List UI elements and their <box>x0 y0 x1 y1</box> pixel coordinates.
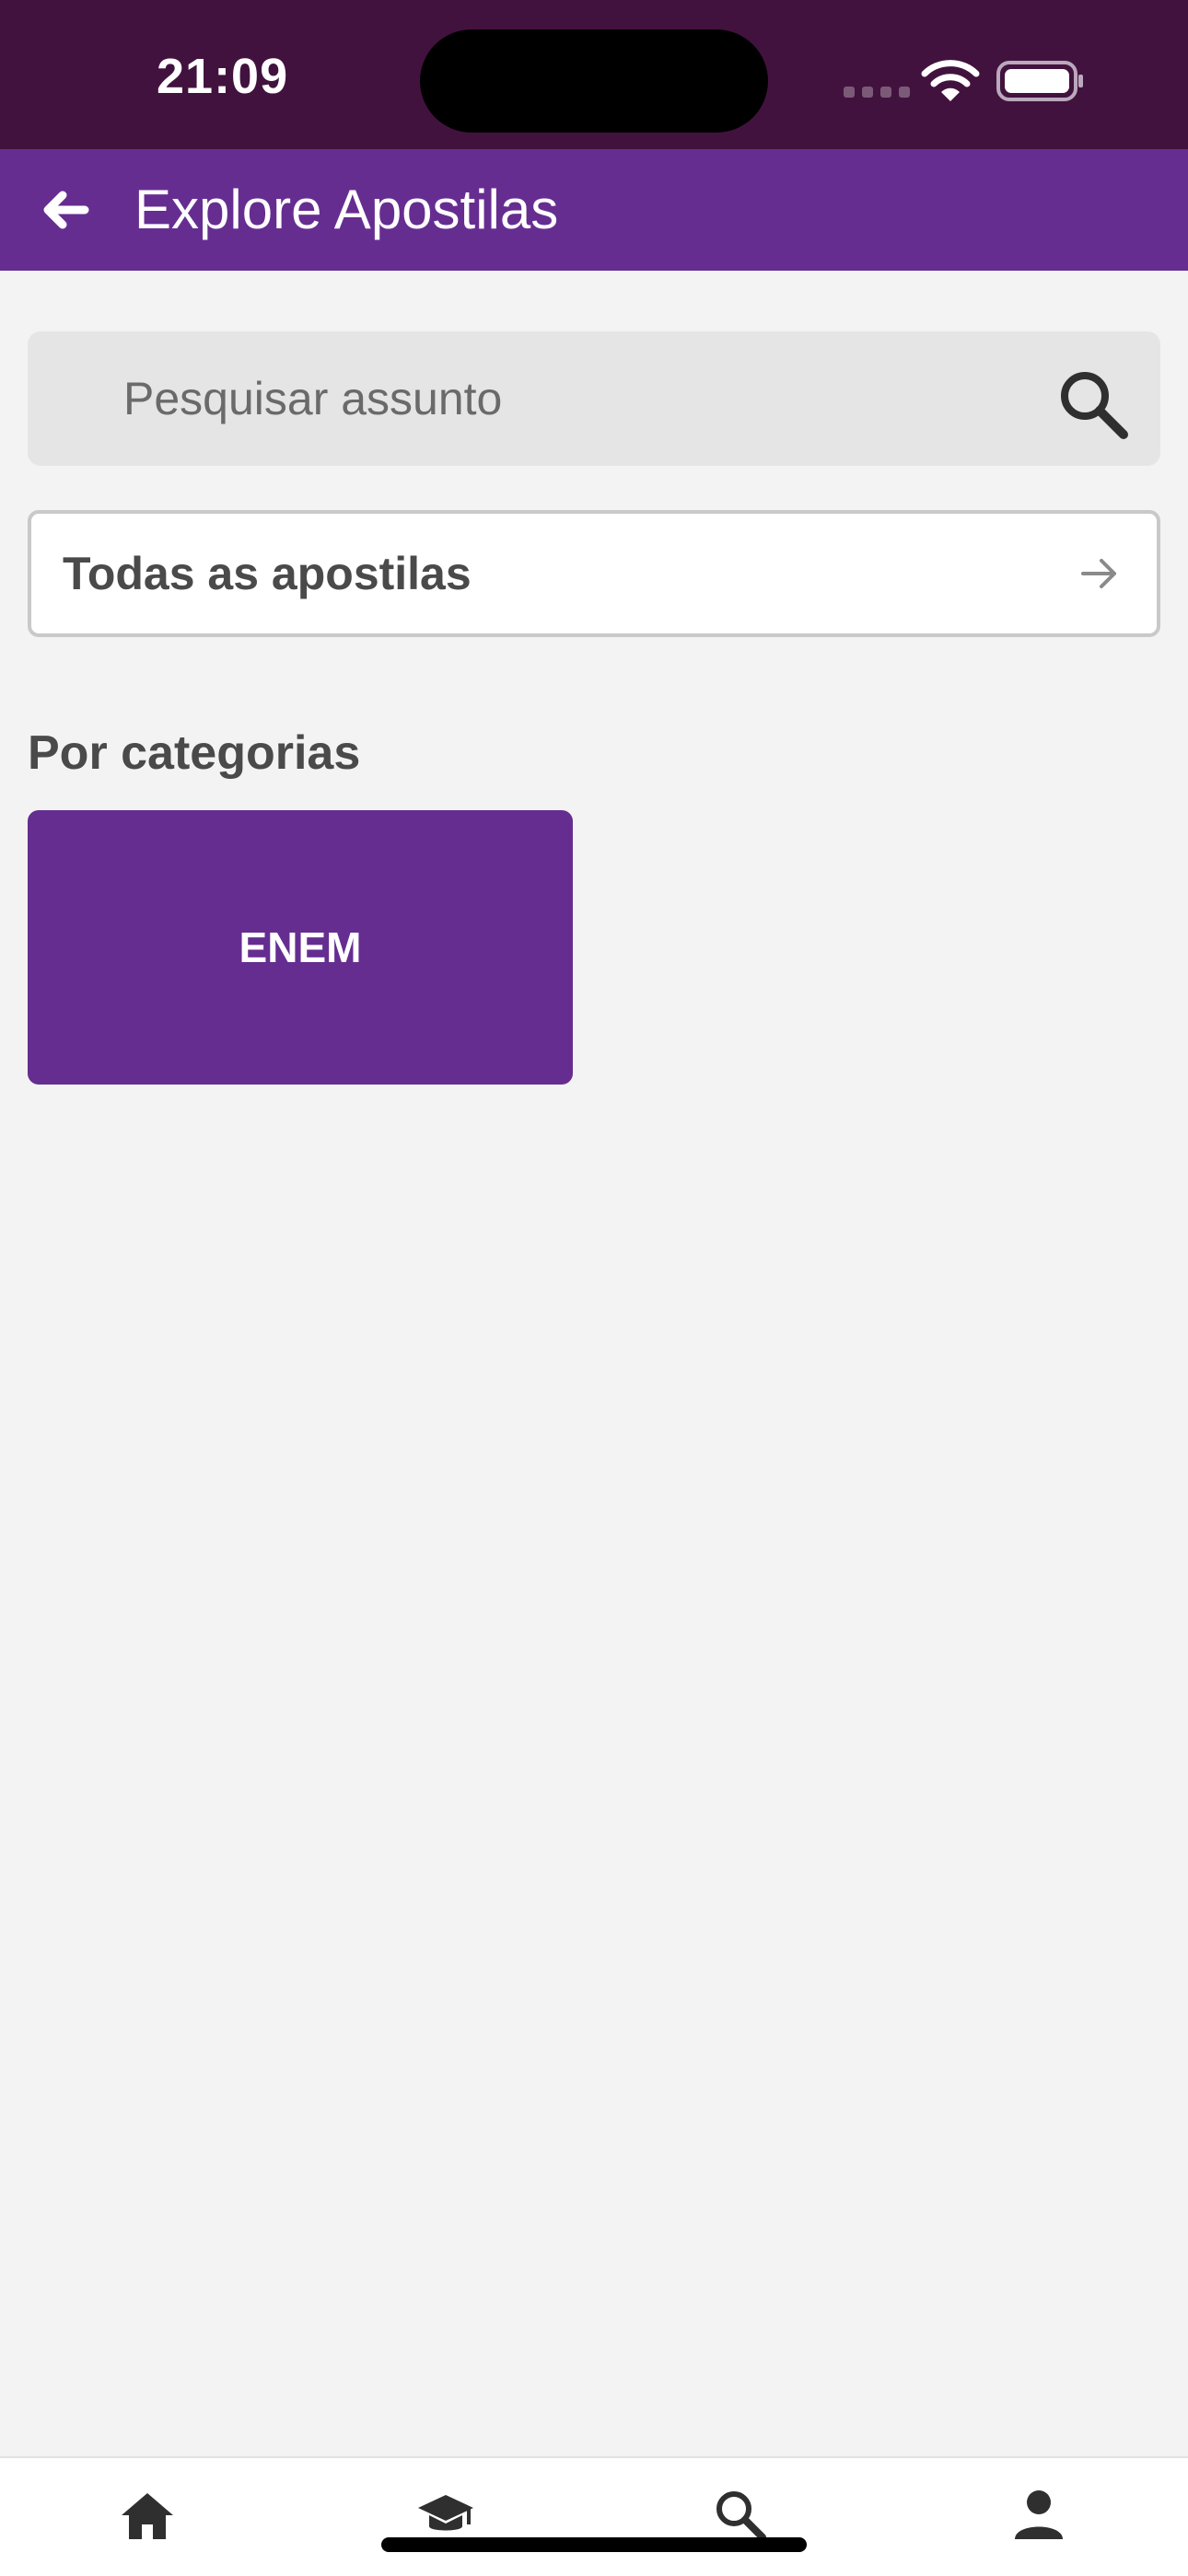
categories-title: Por categorias <box>28 726 361 780</box>
category-label: ENEM <box>239 923 362 971</box>
nav-profile[interactable] <box>1002 2478 1076 2552</box>
bottom-nav <box>0 2456 1188 2576</box>
all-handouts-label: Todas as apostilas <box>63 548 472 599</box>
search-icon <box>716 2491 766 2541</box>
category-card-enem[interactable]: ENEM <box>28 810 573 1085</box>
search-box <box>28 331 1160 466</box>
status-bar: 21:09 <box>0 0 1188 149</box>
back-button[interactable] <box>31 177 98 243</box>
home-icon <box>122 2493 173 2539</box>
cellular-signal-icon <box>844 87 910 98</box>
search-input[interactable] <box>123 331 1007 466</box>
arrow-left-icon <box>43 191 89 229</box>
wifi-icon <box>921 60 980 101</box>
graduation-cap-icon <box>418 2495 473 2531</box>
nav-home[interactable] <box>111 2478 184 2552</box>
status-time: 21:09 <box>157 49 289 104</box>
battery-icon <box>996 61 1083 101</box>
arrow-right-icon <box>1081 559 1116 588</box>
app-header: Explore Apostilas <box>0 149 1188 271</box>
all-handouts-button[interactable]: Todas as apostilas <box>28 510 1160 637</box>
page-title: Explore Apostilas <box>134 179 559 240</box>
dynamic-island <box>420 29 768 133</box>
home-indicator <box>381 2537 807 2552</box>
search-icon[interactable] <box>1054 365 1135 446</box>
person-icon <box>1015 2490 1063 2539</box>
